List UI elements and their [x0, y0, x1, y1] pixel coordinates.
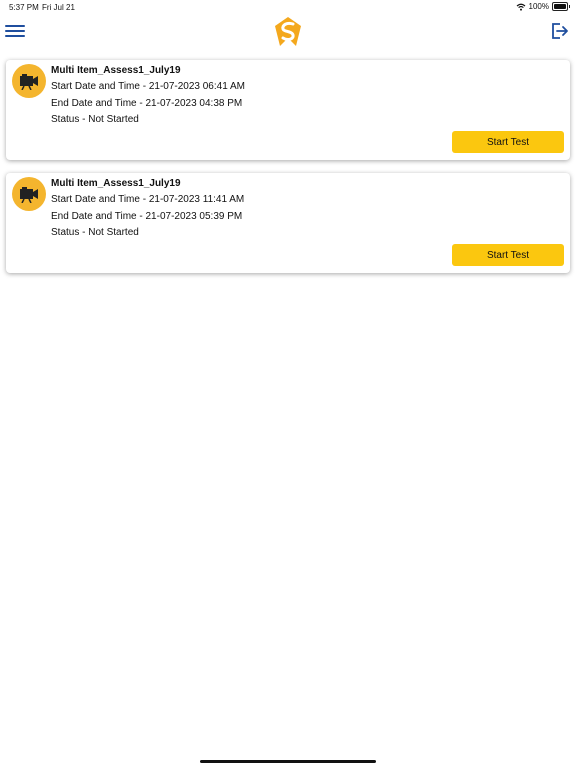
status-indicators: 100%: [516, 2, 570, 11]
video-camera-icon: [12, 64, 46, 98]
hamburger-menu-icon[interactable]: [5, 22, 25, 40]
battery-fill: [554, 4, 566, 9]
battery-icon: [552, 2, 570, 11]
video-camera-icon: [12, 177, 46, 211]
assessment-start: Start Date and Time - 21-07-2023 11:41 A…: [51, 194, 245, 205]
assessment-list: Multi Item_Assess1_July19 Start Date and…: [6, 60, 570, 286]
assessment-info: Multi Item_Assess1_July19 Start Date and…: [51, 178, 244, 244]
assessment-card: Multi Item_Assess1_July19 Start Date and…: [6, 60, 570, 160]
start-test-button[interactable]: Start Test: [452, 131, 564, 153]
status-bar: 5:37 PM Fri Jul 21 100%: [0, 0, 576, 14]
assessment-status: Status - Not Started: [51, 227, 139, 238]
assessment-title: Multi Item_Assess1_July19: [51, 65, 181, 76]
assessment-status: Status - Not Started: [51, 114, 139, 125]
assessment-end: End Date and Time - 21-07-2023 04:38 PM: [51, 97, 243, 109]
status-date: Fri Jul 21: [42, 3, 75, 12]
logout-icon[interactable]: [550, 21, 570, 41]
assessment-start: Start Date and Time - 21-07-2023 06:41 A…: [51, 81, 245, 92]
battery-percent: 100%: [528, 2, 549, 11]
wifi-icon: [516, 3, 525, 11]
home-indicator[interactable]: [200, 760, 376, 763]
assessment-info: Multi Item_Assess1_July19 Start Date and…: [51, 65, 245, 131]
assessment-title: Multi Item_Assess1_July19: [51, 178, 181, 189]
app-logo: [275, 17, 301, 46]
top-nav: [0, 14, 576, 54]
assessment-card: Multi Item_Assess1_July19 Start Date and…: [6, 173, 570, 273]
start-test-button[interactable]: Start Test: [452, 244, 564, 266]
status-time: 5:37 PM: [9, 3, 39, 12]
assessment-end: End Date and Time - 21-07-2023 05:39 PM: [51, 210, 243, 222]
